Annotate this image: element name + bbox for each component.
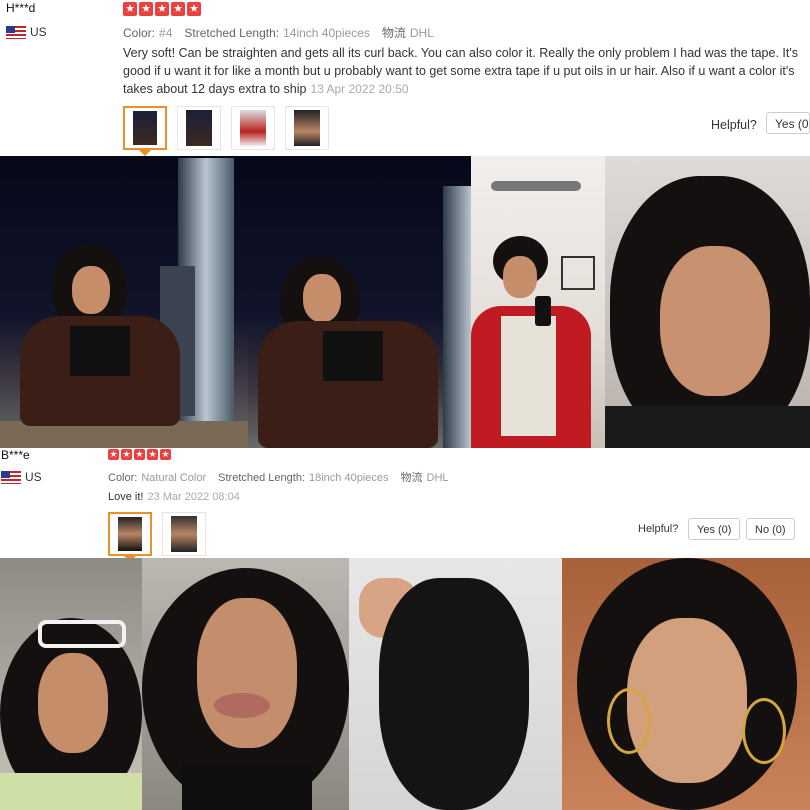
- review-photo[interactable]: [562, 558, 810, 810]
- review-thumbnails: [123, 106, 329, 150]
- review-photo[interactable]: [0, 156, 248, 448]
- length-label: Stretched Length:: [184, 26, 280, 40]
- review-text-block: Love it! 23 Mar 2022 08:04: [108, 488, 240, 506]
- star-icon: ★: [147, 449, 158, 460]
- length-value: 18inch 40pieces: [309, 472, 389, 484]
- review-thumbnails: [108, 512, 206, 556]
- helpful-label: Helpful?: [638, 523, 679, 535]
- review-date: 13 Apr 2022 20:50: [310, 82, 409, 96]
- reviewer-country: US: [1, 470, 42, 484]
- star-icon: ★: [160, 449, 171, 460]
- shipping-label: 物流: [400, 472, 423, 484]
- sku-info: Color: Natural Color Stretched Length: 18in…: [108, 469, 449, 485]
- country-label: US: [30, 25, 47, 39]
- star-icon: ★: [171, 2, 185, 16]
- thumbnail[interactable]: [162, 512, 206, 556]
- helpful-label: Helpful?: [711, 118, 757, 132]
- shipping-value: DHL: [426, 472, 449, 484]
- star-icon: ★: [139, 2, 153, 16]
- star-icon: ★: [155, 2, 169, 16]
- star-rating: ★ ★ ★ ★ ★: [123, 2, 201, 16]
- helpful-yes-button[interactable]: Yes (0): [688, 518, 741, 540]
- reviewer-name: H***d: [6, 1, 36, 15]
- star-icon: ★: [123, 2, 137, 16]
- shipping-label: 物流: [381, 26, 406, 40]
- color-value: Natural Color: [141, 472, 207, 484]
- us-flag-icon: [1, 470, 21, 484]
- color-label: Color:: [108, 472, 138, 484]
- review-date: 23 Mar 2022 08:04: [147, 491, 240, 503]
- review-photo[interactable]: [0, 558, 142, 810]
- review-text: Very soft! Can be straighten and gets al…: [123, 46, 798, 96]
- us-flag-icon: [6, 25, 26, 39]
- star-icon: ★: [121, 449, 132, 460]
- thumbnail[interactable]: [108, 512, 152, 556]
- thumbnail[interactable]: [177, 106, 221, 150]
- reviewer-name: B***e: [1, 448, 30, 462]
- star-icon: ★: [187, 2, 201, 16]
- star-icon: ★: [134, 449, 145, 460]
- thumbnail[interactable]: [123, 106, 167, 150]
- helpful-no-button[interactable]: No (0): [746, 518, 795, 540]
- color-value: #4: [159, 26, 173, 40]
- shipping-value: DHL: [409, 26, 434, 40]
- thumbnail[interactable]: [285, 106, 329, 150]
- length-value: 14inch 40pieces: [283, 26, 370, 40]
- star-icon: ★: [108, 449, 119, 460]
- country-label: US: [25, 470, 42, 484]
- review-text: Love it!: [108, 491, 144, 503]
- thumbnail[interactable]: [231, 106, 275, 150]
- review-photo[interactable]: [142, 558, 349, 810]
- review-photo[interactable]: [471, 156, 605, 448]
- reviewer-country: US: [6, 25, 47, 39]
- color-label: Color:: [123, 26, 156, 40]
- sku-info: Color: #4 Stretched Length: 14inch 40pieces…: [123, 24, 434, 41]
- review-photo[interactable]: [248, 156, 471, 448]
- review-text-block: Very soft! Can be straighten and gets al…: [123, 44, 803, 98]
- length-label: Stretched Length:: [218, 472, 305, 484]
- review-photo[interactable]: [605, 156, 810, 448]
- helpful-yes-button[interactable]: Yes (0: [766, 112, 810, 134]
- review-photo[interactable]: [349, 558, 562, 810]
- star-rating: ★ ★ ★ ★ ★: [108, 449, 171, 460]
